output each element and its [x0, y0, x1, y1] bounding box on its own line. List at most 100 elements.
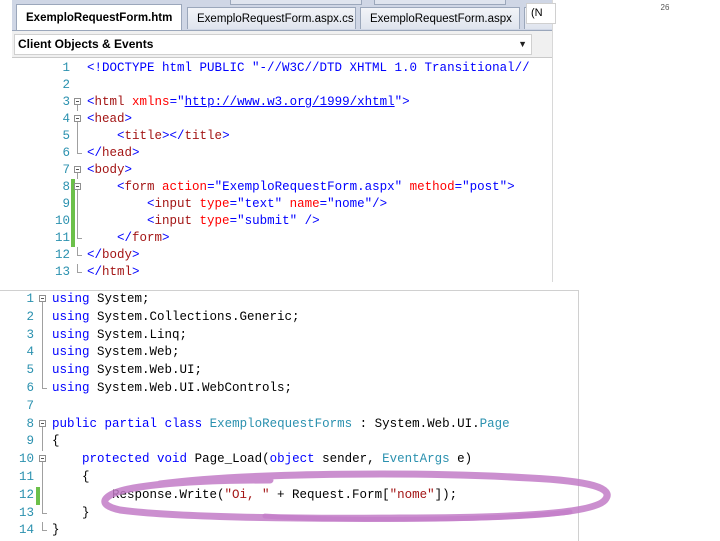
outline-guide-line	[77, 213, 78, 230]
code-text: }	[52, 522, 60, 540]
code-token: using	[52, 309, 90, 324]
code-line-6[interactable]: 6 </head>	[12, 145, 552, 162]
code-line-9[interactable]: 9 <input type="text" name="nome"/>	[12, 196, 552, 213]
outline-guide	[73, 213, 85, 230]
code-token: System;	[89, 292, 150, 306]
minus-box-icon[interactable]	[39, 295, 46, 302]
document-tab-strip: ExemploRequestForm.htm ExemploRequestFor…	[12, 0, 552, 30]
html-code-area[interactable]: 1 <!DOCTYPE html PUBLIC "-//W3C//DTD XHTM…	[12, 60, 552, 281]
outline-guide	[38, 326, 50, 345]
outline-end-line	[77, 145, 82, 154]
line-number: 7	[26, 398, 34, 413]
code-line-3[interactable]: 3 <html xmlns="http://www.w3.org/1999/xht…	[12, 94, 552, 111]
code-token: input	[154, 214, 193, 228]
code-token: System.Web.UI.WebControls;	[89, 380, 293, 395]
line-number: 3	[26, 327, 34, 342]
code-text: <head>	[87, 111, 132, 128]
minus-box-icon[interactable]	[74, 166, 81, 173]
outline-end-line	[77, 230, 82, 239]
minus-box-icon[interactable]	[74, 98, 81, 105]
code-text: {	[52, 469, 90, 487]
outline-guide-line	[42, 362, 43, 380]
member-dropdown[interactable]: (N	[526, 3, 556, 24]
line-number: 5	[26, 363, 34, 378]
code-text: </html>	[87, 264, 140, 281]
outline-guide	[38, 433, 50, 452]
outline-end-line	[77, 247, 82, 256]
code-token: head	[102, 146, 133, 160]
line-number: 3	[62, 95, 70, 109]
code-line-5[interactable]: 5 <title></title>	[12, 128, 552, 145]
code-text: using System.Web.UI;	[52, 362, 202, 380]
code-text: using System.Web;	[52, 344, 180, 362]
minus-box-icon[interactable]	[39, 419, 46, 427]
outline-guide-line	[42, 308, 43, 327]
code-token: public	[52, 416, 98, 431]
code-token: html	[94, 95, 125, 109]
minus-box-icon[interactable]	[39, 455, 46, 463]
tab-exemplorequestform-aspx[interactable]: ExemploRequestForm.aspx	[360, 7, 520, 29]
code-token: type	[199, 197, 230, 211]
collapse-toggle-icon[interactable]	[38, 416, 50, 445]
code-token: title	[124, 129, 163, 143]
code-token: {	[52, 434, 60, 449]
minus-box-icon[interactable]	[74, 115, 81, 122]
code-token: }	[52, 523, 60, 538]
client-objects-events-dropdown[interactable]: Client Objects & Events ▼	[14, 34, 532, 55]
code-line-13[interactable]: 13 </html>	[12, 264, 552, 281]
outline-guide-line	[77, 196, 78, 213]
code-token: protected	[82, 452, 150, 467]
collapse-toggle-icon[interactable]	[38, 451, 50, 480]
collapse-toggle-icon[interactable]	[73, 94, 85, 111]
line-number: 12	[18, 487, 34, 502]
code-token: ></	[162, 129, 185, 143]
outline-guide	[73, 77, 85, 94]
code-line-7[interactable]: 7 <body>	[12, 162, 552, 179]
code-line-10[interactable]: 10 <input type="submit" />	[12, 213, 552, 230]
collapse-toggle-icon[interactable]	[73, 162, 85, 179]
code-token: void	[157, 452, 188, 467]
outline-guide	[73, 196, 85, 213]
collapse-toggle-icon[interactable]	[73, 111, 85, 128]
chevron-down-icon: ▼	[518, 39, 527, 49]
outline-guide-line	[42, 433, 43, 452]
outline-end-line	[42, 522, 47, 532]
code-token: + Request.Form[	[269, 487, 390, 502]
code-token: using	[52, 345, 90, 360]
code-line-11[interactable]: 11 </form>	[12, 230, 552, 247]
code-line-12[interactable]: 12 </body>	[12, 247, 552, 264]
outline-guide	[73, 247, 85, 264]
collapse-toggle-icon[interactable]	[38, 291, 50, 320]
outline-guide	[38, 362, 50, 380]
line-number: 4	[26, 345, 34, 360]
code-token: <	[87, 129, 125, 143]
code-text: </head>	[87, 145, 140, 162]
code-line-1[interactable]: 1 <!DOCTYPE html PUBLIC "-//W3C//DTD XHTM…	[12, 60, 552, 77]
code-line-2[interactable]: 2	[12, 77, 552, 94]
line-number: 8	[26, 416, 34, 431]
line-number: 9	[26, 434, 34, 449]
code-token: title	[184, 129, 223, 143]
code-token: System.Web;	[89, 345, 180, 360]
code-line-8[interactable]: 8 <form action="ExemploRequestForm.aspx"…	[12, 179, 552, 196]
outline-guide	[38, 468, 50, 487]
code-line-4[interactable]: 4 <head>	[12, 111, 552, 128]
tab-exemplorequestform-aspx-cs[interactable]: ExemploRequestForm.aspx.cs	[187, 7, 356, 29]
code-token: using	[52, 363, 90, 378]
code-token: xmlns	[132, 95, 170, 109]
code-text: <input type="submit" />	[87, 213, 320, 230]
outline-guide	[73, 264, 85, 281]
minus-box-icon[interactable]	[74, 183, 81, 190]
collapse-toggle-icon[interactable]	[73, 179, 85, 196]
code-token: head	[94, 112, 125, 126]
outline-guide	[38, 504, 50, 523]
tab-exemplorequestform-htm[interactable]: ExemploRequestForm.htm	[16, 4, 182, 30]
line-number: 14	[18, 523, 34, 538]
